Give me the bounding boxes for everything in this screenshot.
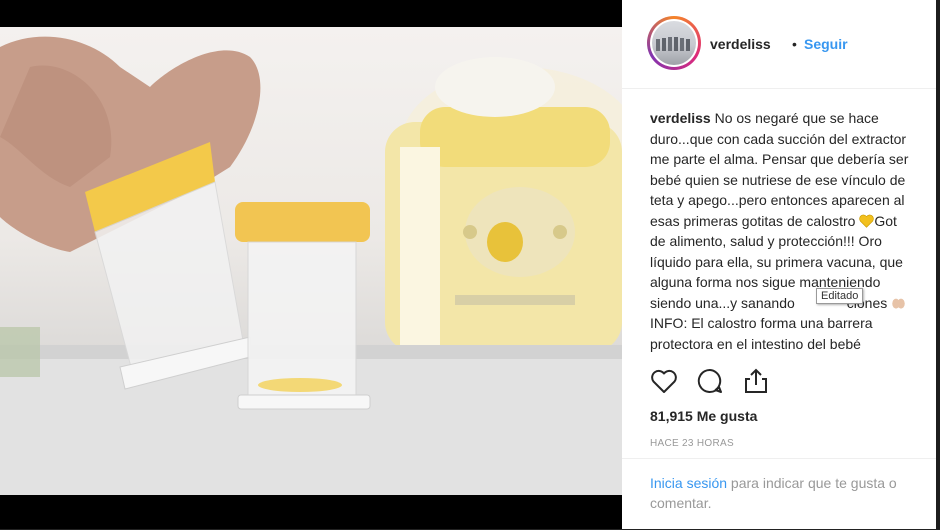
caption-line: protectora en el intestino del bebé xyxy=(650,335,861,352)
window-edge xyxy=(936,0,940,529)
heart-icon xyxy=(651,369,677,393)
login-prompt: Inicia sesión para indicar que te gusta … xyxy=(650,473,935,513)
right-container xyxy=(235,202,371,410)
edited-tooltip: Editado xyxy=(816,288,864,304)
post-timestamp[interactable]: HACE 23 HORAS xyxy=(650,438,734,449)
caption-line: esas primeras gotitas de calostro Got xyxy=(650,212,897,229)
comment-button[interactable] xyxy=(695,366,725,396)
hands-icon xyxy=(892,298,905,309)
caption-line: de alimento, salud y protección!!! Oro xyxy=(650,233,882,249)
caption-line: siendo una...y sanando ciones xyxy=(650,293,940,314)
caption-line: alguna forma nos sigue manteniendo xyxy=(650,274,881,290)
avatar[interactable] xyxy=(647,16,701,70)
post-photo xyxy=(0,27,622,495)
post-media[interactable] xyxy=(0,0,622,529)
username-link[interactable]: verdeliss xyxy=(710,36,771,52)
photo-scene xyxy=(0,36,622,495)
post-header: verdeliss • Seguir xyxy=(622,0,940,89)
avatar-image xyxy=(652,21,696,65)
like-button[interactable] xyxy=(649,366,679,396)
separator-dot: • xyxy=(792,36,797,52)
caption-line: teta y apego...pero entonces aparecen al xyxy=(650,192,905,208)
caption-line: verdeliss No os negaré que se hace xyxy=(650,110,879,126)
post-side-panel: verdeliss • Seguir verdeliss No os negar… xyxy=(622,0,940,529)
likes-count[interactable]: 81,915 Me gusta xyxy=(650,408,757,424)
login-footer: Inicia sesión para indicar que te gusta … xyxy=(622,458,940,530)
share-button[interactable] xyxy=(741,366,771,396)
caption-line: duro...que con cada succión del extracto… xyxy=(650,130,907,147)
login-link[interactable]: Inicia sesión xyxy=(650,475,727,491)
yellow-heart-icon xyxy=(859,214,875,228)
caption-line: me parte el alma. Pensar que debería ser xyxy=(650,151,909,167)
share-icon xyxy=(745,368,767,393)
caption-line: bebé quien se nutriese de ese vínculo de xyxy=(650,171,906,188)
post-caption: verdeliss No os negaré que se hace duro.… xyxy=(650,108,940,354)
follow-button[interactable]: Seguir xyxy=(804,36,848,52)
caption-line: INFO: El calostro forma una barrera xyxy=(650,315,873,331)
caption-username[interactable]: verdeliss xyxy=(650,110,711,126)
caption-line: líquido para ella, su primera vacuna, qu… xyxy=(650,253,903,270)
action-bar xyxy=(622,366,940,400)
comment-icon xyxy=(697,368,722,393)
